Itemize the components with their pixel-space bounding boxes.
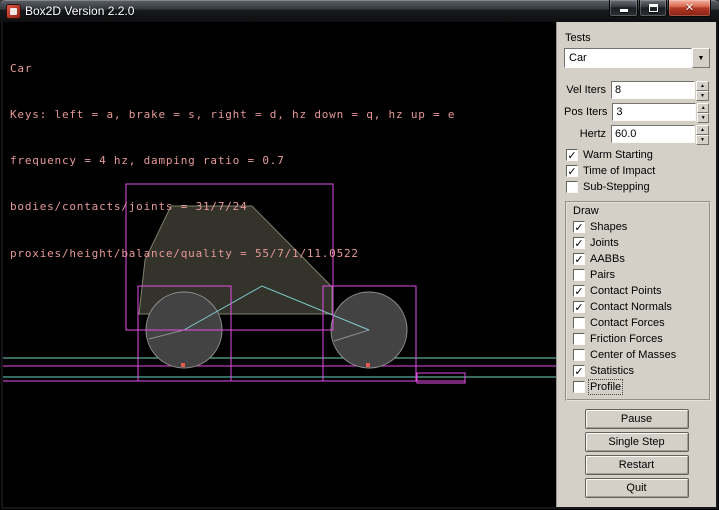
titlebar[interactable]: Box2D Version 2.2.0 ✕ [0,0,719,22]
minimize-button[interactable] [609,0,638,17]
checkbox-contact-normals[interactable]: ✓ Contact Normals [573,299,709,315]
center-of-masses-label: Center of Masses [590,349,676,361]
pos-iters-up-icon[interactable]: ▲ [697,103,709,113]
pairs-checkbox-box[interactable] [573,269,585,281]
app-icon [7,5,20,18]
tests-label: Tests [565,32,709,44]
aabbs-label: AABBs [590,253,625,265]
checkbox-pairs[interactable]: Pairs [573,267,709,283]
hertz-label: Hertz [580,128,606,140]
checkbox-sub-stepping[interactable]: Sub-Stepping [566,179,709,195]
vel-iters-down-icon[interactable]: ▼ [696,91,709,101]
checkbox-aabbs[interactable]: ✓ AABBs [573,251,709,267]
pairs-label: Pairs [590,269,615,281]
contact-forces-checkbox-box[interactable] [573,317,585,329]
checkbox-statistics[interactable]: ✓ Statistics [573,363,709,379]
profile-checkbox-box[interactable] [573,381,585,393]
simulation-canvas[interactable]: Car Keys: left = a, brake = s, right = d… [3,22,556,507]
vel-iters-spinner: ▲ ▼ [696,81,709,99]
single-step-button[interactable]: Single Step [585,432,689,452]
bodies-stats-line: bodies/contacts/joints = 31/7/24 [10,199,455,214]
checkbox-profile[interactable]: Profile [573,379,709,395]
pos-iters-spinner: ▲ ▼ [697,103,709,121]
time-of-impact-label: Time of Impact [583,165,655,177]
checkbox-time-of-impact[interactable]: ✓ Time of Impact [566,163,709,179]
draw-group: Draw ✓ Shapes ✓ Joints ✓ AABBs Pairs [565,201,711,401]
vel-iters-input[interactable] [611,81,695,99]
friction-forces-label: Friction Forces [590,333,663,345]
contact-points-label: Contact Points [590,285,662,297]
profile-label: Profile [590,381,621,393]
contact-point [181,363,185,367]
aabbs-checkbox-box[interactable]: ✓ [573,253,585,265]
hertz-up-icon[interactable]: ▲ [696,125,709,135]
hertz-spinner: ▲ ▼ [696,125,709,143]
hertz-input[interactable] [611,125,695,143]
tests-dropdown-value: Car [564,48,692,68]
hertz-row: Hertz ▲ ▼ [564,124,709,144]
checkbox-contact-forces[interactable]: Contact Forces [573,315,709,331]
tests-dropdown[interactable]: Car ▼ [564,48,710,68]
client-area: Car Keys: left = a, brake = s, right = d… [3,22,716,507]
minimize-icon [620,9,628,12]
contact-forces-label: Contact Forces [590,317,665,329]
contact-points-checkbox-box[interactable]: ✓ [573,285,585,297]
spinner-section: Vel Iters ▲ ▼ Pos Iters ▲ ▼ He [564,80,709,144]
vel-iters-label: Vel Iters [566,84,606,96]
pos-iters-down-icon[interactable]: ▼ [697,113,709,123]
statistics-checkbox-box[interactable]: ✓ [573,365,585,377]
test-title: Car [10,61,455,76]
quit-button[interactable]: Quit [585,478,689,498]
checkbox-shapes[interactable]: ✓ Shapes [573,219,709,235]
restart-button[interactable]: Restart [585,455,689,475]
draw-group-title: Draw [573,205,709,217]
button-section: Pause Single Step Restart Quit [564,409,709,498]
tests-dropdown-button[interactable]: ▼ [692,48,710,68]
window-controls: ✕ [608,0,711,17]
pos-iters-input[interactable] [612,103,696,121]
window: Box2D Version 2.2.0 ✕ [0,0,719,510]
close-icon: ✕ [685,3,694,14]
pos-iters-row: Pos Iters ▲ ▼ [564,102,709,122]
control-panel: Tests Car ▼ Vel Iters ▲ ▼ Pos Iters [556,22,716,507]
stats-overlay: Car Keys: left = a, brake = s, right = d… [10,30,455,292]
contact-normals-checkbox-box[interactable]: ✓ [573,301,585,313]
pos-iters-label: Pos Iters [564,106,607,118]
maximize-button[interactable] [639,0,667,17]
checkbox-warm-starting[interactable]: ✓ Warm Starting [566,147,709,163]
friction-forces-checkbox-box[interactable] [573,333,585,345]
window-title: Box2D Version 2.2.0 [25,4,134,18]
joints-label: Joints [590,237,619,249]
statistics-label: Statistics [590,365,634,377]
time-of-impact-checkbox-box[interactable]: ✓ [566,165,578,177]
vel-iters-up-icon[interactable]: ▲ [696,81,709,91]
vel-iters-row: Vel Iters ▲ ▼ [564,80,709,100]
checkbox-joints[interactable]: ✓ Joints [573,235,709,251]
shapes-label: Shapes [590,221,627,233]
joints-checkbox-box[interactable]: ✓ [573,237,585,249]
close-button[interactable]: ✕ [668,0,711,17]
pause-button[interactable]: Pause [585,409,689,429]
chevron-down-icon: ▼ [698,55,705,62]
checkbox-center-of-masses[interactable]: Center of Masses [573,347,709,363]
sub-stepping-checkbox-box[interactable] [566,181,578,193]
warm-starting-checkbox-box[interactable]: ✓ [566,149,578,161]
maximize-icon [649,4,658,12]
checkbox-friction-forces[interactable]: Friction Forces [573,331,709,347]
contact-point [366,363,370,367]
frequency-line: frequency = 4 hz, damping ratio = 0.7 [10,153,455,168]
checkbox-contact-points[interactable]: ✓ Contact Points [573,283,709,299]
hertz-down-icon[interactable]: ▼ [696,135,709,145]
solver-options: ✓ Warm Starting ✓ Time of Impact Sub-Ste… [564,147,709,195]
sub-stepping-label: Sub-Stepping [583,181,650,193]
proxies-stats-line: proxies/height/balance/quality = 55/7/1/… [10,246,455,261]
keys-help-line: Keys: left = a, brake = s, right = d, hz… [10,107,455,122]
center-of-masses-checkbox-box[interactable] [573,349,585,361]
contact-normals-label: Contact Normals [590,301,672,313]
warm-starting-label: Warm Starting [583,149,653,161]
shapes-checkbox-box[interactable]: ✓ [573,221,585,233]
